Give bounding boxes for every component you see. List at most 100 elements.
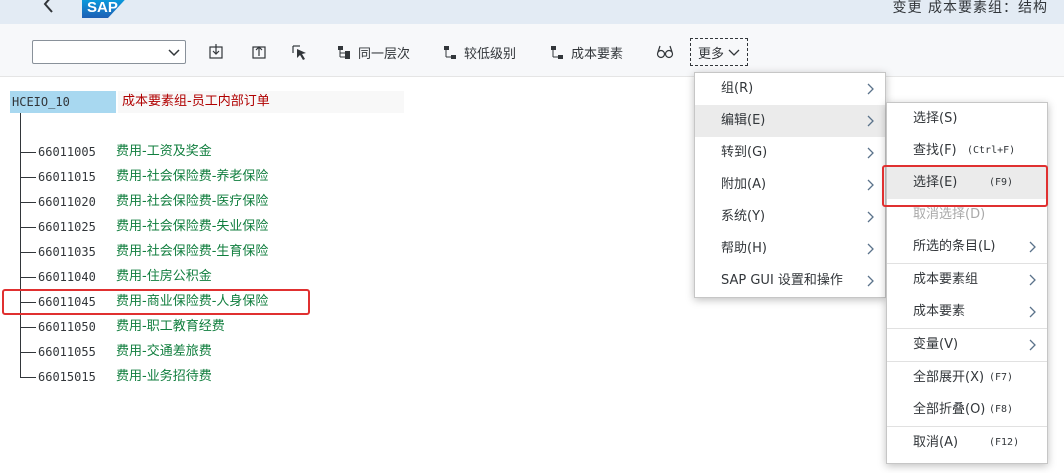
chevron-right-icon <box>867 115 874 127</box>
cost-element-label: 成本要素 <box>571 46 624 62</box>
command-select[interactable] <box>32 40 186 64</box>
submenu-highlight-box <box>882 165 1048 207</box>
menu-item-label: 帮助(H) <box>721 241 767 256</box>
chevron-down-icon <box>728 49 740 56</box>
menu-item-group[interactable]: 组(R) <box>695 73 885 105</box>
cost-element-code[interactable]: 66011040 <box>38 266 126 288</box>
cost-element-button[interactable]: 成本要素 <box>549 42 623 62</box>
tree-row[interactable]: 66011020 费用-社会保险费-医疗保险 <box>20 191 320 213</box>
chevron-right-icon <box>867 179 874 191</box>
tree-row[interactable]: 66011005 费用-工资及奖金 <box>20 141 320 163</box>
menu-item-system[interactable]: 系统(Y) <box>695 201 885 233</box>
cost-element-name[interactable]: 费用-职工教育经费 <box>116 316 225 338</box>
chevron-right-icon <box>1029 339 1036 351</box>
cost-element-name[interactable]: 费用-交通差旅费 <box>116 341 212 363</box>
tree-branch <box>20 327 36 328</box>
tree-branch <box>20 177 36 178</box>
more-button[interactable]: 更多 <box>690 38 748 66</box>
cost-element-name[interactable]: 费用-社会保险费-生育保险 <box>116 241 268 263</box>
menu-item-label: 附加(A) <box>721 177 767 192</box>
menu-item-gui-settings[interactable]: SAP GUI 设置和操作 <box>695 265 885 297</box>
cost-element-code[interactable]: 66015015 <box>38 366 126 388</box>
expand-icon[interactable] <box>207 43 225 61</box>
menu-item-label: 查找(F) <box>913 143 957 158</box>
glasses-icon[interactable] <box>656 43 674 61</box>
edit-submenu: 选择(S) 查找(F) (Ctrl+F) 选择(E) (F9) 取消选择(D) 所选… <box>886 102 1048 464</box>
menu-item-edit[interactable]: 编辑(E) <box>695 105 885 137</box>
menu-item-label: 取消选择(D) <box>913 207 986 222</box>
cost-element-code[interactable]: 66011025 <box>38 216 126 238</box>
chevron-right-icon <box>867 83 874 95</box>
shell-header: SAP 变更 成本要素组：结构 <box>0 0 1064 25</box>
cost-element-code[interactable]: 66011055 <box>38 341 126 363</box>
shortcut-label: (F8) <box>989 404 1014 415</box>
menu-item-goto[interactable]: 转到(G) <box>695 137 885 169</box>
submenu-item-cancel[interactable]: 取消(A) (F12) <box>887 426 1047 459</box>
cost-element-name[interactable]: 费用-社会保险费-失业保险 <box>116 216 268 238</box>
root-group-code[interactable]: HCEIO_10 <box>10 91 116 113</box>
menu-item-label: 成本要素组 <box>913 272 979 287</box>
tree-branch <box>20 202 36 203</box>
menu-item-label: 取消(A) <box>913 435 959 450</box>
menu-item-label: 选择(S) <box>913 111 958 126</box>
menu-item-label: 组(R) <box>721 81 754 96</box>
tree-row[interactable]: 66015015 费用-业务招待费 <box>20 366 320 388</box>
submenu-item-cost-element[interactable]: 成本要素 <box>887 296 1047 328</box>
cost-element-code[interactable]: 66011020 <box>38 191 126 213</box>
tree-row[interactable]: 66011050 费用-职工教育经费 <box>20 316 320 338</box>
more-menu: 组(R) 编辑(E) 转到(G) 附加(A) 系统(Y) 帮助(H) SAP G… <box>694 72 886 298</box>
cost-element-name[interactable]: 费用-工资及奖金 <box>116 141 212 163</box>
back-arrow-icon[interactable] <box>36 0 62 20</box>
menu-item-label: 全部折叠(O) <box>913 402 986 417</box>
tree-row[interactable]: 66011055 费用-交通差旅费 <box>20 341 320 363</box>
submenu-item-selected-entries[interactable]: 所选的条目(L) <box>887 231 1047 263</box>
menu-item-label: 所选的条目(L) <box>913 239 996 254</box>
tree-row[interactable]: 66011025 费用-社会保险费-失业保险 <box>20 216 320 238</box>
more-label: 更多 <box>697 46 724 62</box>
hierarchy-icon <box>444 46 456 59</box>
chevron-right-icon <box>867 243 874 255</box>
page-title: 变更 成本要素组：结构 <box>892 0 1048 16</box>
submenu-item-expand-all[interactable]: 全部展开(X) (F7) <box>887 361 1047 394</box>
shortcut-label: (F7) <box>989 372 1014 383</box>
root-group-name[interactable]: 成本要素组-员工内部订单 <box>118 91 404 113</box>
sap-logo: SAP <box>82 0 125 18</box>
row-highlight-box <box>2 289 310 315</box>
chevron-right-icon <box>867 211 874 223</box>
cost-element-name[interactable]: 费用-业务招待费 <box>116 366 212 388</box>
menu-item-label: 全部展开(X) <box>913 370 985 385</box>
shortcut-label: (F12) <box>989 437 1020 448</box>
collapse-icon[interactable] <box>250 43 268 61</box>
same-level-label: 同一层次 <box>358 46 411 62</box>
tree-row[interactable]: 66011015 费用-社会保险费-养老保险 <box>20 166 320 188</box>
tree-row[interactable]: 66011040 费用-住房公积金 <box>20 266 320 288</box>
tree-row[interactable]: 66011035 费用-社会保险费-生育保险 <box>20 241 320 263</box>
tree-branch <box>20 252 36 253</box>
cost-element-code[interactable]: 66011035 <box>38 241 126 263</box>
menu-item-label: 编辑(E) <box>721 113 766 128</box>
cursor-select-icon[interactable] <box>291 43 309 61</box>
tree-branch <box>20 152 36 153</box>
same-level-button[interactable]: 同一层次 <box>336 42 410 62</box>
menu-item-help[interactable]: 帮助(H) <box>695 233 885 265</box>
cost-element-name[interactable]: 费用-社会保险费-养老保险 <box>116 166 268 188</box>
chevron-right-icon <box>1029 241 1036 253</box>
submenu-item-select[interactable]: 选择(S) <box>887 103 1047 135</box>
cost-element-code[interactable]: 66011050 <box>38 316 126 338</box>
submenu-item-find[interactable]: 查找(F) (Ctrl+F) <box>887 135 1047 167</box>
hierarchy-icon <box>551 46 563 59</box>
submenu-item-variable[interactable]: 变量(V) <box>887 328 1047 361</box>
submenu-item-cost-element-group[interactable]: 成本要素组 <box>887 263 1047 296</box>
cost-element-name[interactable]: 费用-住房公积金 <box>116 266 212 288</box>
shortcut-label: (Ctrl+F) <box>967 145 1016 156</box>
cost-element-name[interactable]: 费用-社会保险费-医疗保险 <box>116 191 268 213</box>
cost-element-code[interactable]: 66011005 <box>38 141 126 163</box>
cost-element-code[interactable]: 66011015 <box>38 166 126 188</box>
lower-level-button[interactable]: 较低级别 <box>442 42 516 62</box>
submenu-item-collapse-all[interactable]: 全部折叠(O) (F8) <box>887 394 1047 426</box>
tree-branch <box>20 277 36 278</box>
menu-item-label: 转到(G) <box>721 145 768 160</box>
svg-text:SAP: SAP <box>87 0 118 16</box>
menu-item-label: 变量(V) <box>913 337 959 352</box>
menu-item-extras[interactable]: 附加(A) <box>695 169 885 201</box>
